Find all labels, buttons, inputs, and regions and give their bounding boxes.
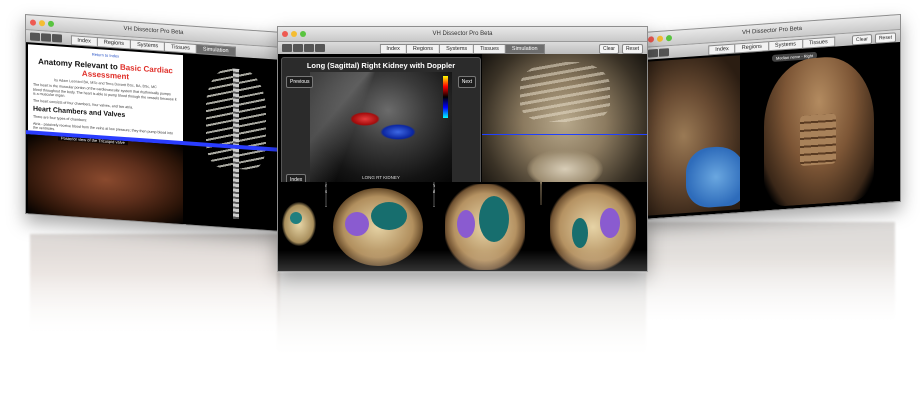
ultrasound-label: LONG RT KIDNEY [362, 175, 400, 180]
print-icon[interactable] [315, 44, 325, 52]
close-button[interactable] [648, 36, 654, 43]
doppler-blue-flow [380, 124, 416, 140]
forward-icon[interactable] [659, 48, 669, 57]
close-button[interactable] [30, 19, 36, 26]
toolbar-buttons [648, 48, 669, 58]
center-content: Long (Sagittal) Right Kidney with Dopple… [278, 54, 647, 271]
heart-slice-view[interactable]: Posterior view of the Tricuspid valve [28, 134, 183, 226]
abdominal-muscle-graphic [800, 113, 836, 167]
window-controls [282, 31, 306, 37]
window-title: VH Dissector Pro Beta [432, 31, 493, 37]
app-showcase: VH Dissector Pro Beta Index Regions Syst… [0, 0, 920, 400]
window-title: VH Dissector Pro Beta [123, 25, 184, 37]
slice-plane-line [482, 134, 647, 135]
back-icon[interactable] [648, 48, 658, 58]
tab-index[interactable]: Index [379, 44, 407, 54]
center-window: VH Dissector Pro Beta Index Regions Syst… [277, 26, 648, 272]
minimize-button[interactable] [39, 20, 45, 27]
back-icon[interactable] [30, 32, 40, 42]
center-titlebar: VH Dissector Pro Beta [278, 27, 647, 42]
toolbar-buttons [30, 32, 62, 43]
doppler-red-flow [350, 112, 380, 126]
gloved-hand [686, 144, 740, 209]
toolbar-buttons [282, 44, 325, 52]
center-tabs: Index Regions Systems Tissues Simulation [379, 44, 545, 54]
slice-tissue [282, 202, 316, 246]
left-window: VH Dissector Pro Beta Index Regions Syst… [25, 14, 282, 233]
forward-icon[interactable] [41, 33, 51, 42]
kidney-highlight [599, 208, 620, 238]
center-action-buttons: Clear Reset [598, 44, 643, 54]
kidney-highlight [290, 212, 302, 224]
zoom-button[interactable] [48, 20, 54, 28]
right-window: VH Dissector Pro Beta Index Regions Syst… [643, 13, 901, 221]
tab-regions[interactable]: Regions [405, 44, 441, 54]
next-button[interactable]: Next [457, 76, 476, 88]
tab-simulation[interactable]: Simulation [504, 44, 545, 54]
window-controls [648, 34, 672, 43]
tab-systems[interactable]: Systems [439, 44, 475, 54]
document-panel: Return to Index Anatomy Relevant to Basi… [28, 44, 183, 144]
ribcage-graphic [520, 62, 610, 122]
close-button[interactable] [282, 31, 288, 37]
home-icon[interactable] [52, 33, 62, 43]
organ-highlight [571, 218, 588, 248]
previous-button[interactable]: Previous [286, 76, 314, 88]
forward-icon[interactable] [293, 44, 303, 52]
clear-button[interactable]: Clear [598, 44, 619, 54]
home-icon[interactable] [304, 44, 314, 52]
muscle-3d-view[interactable]: Median nerve - Right [742, 44, 898, 210]
heading-prefix: Anatomy Relevant to [38, 56, 120, 72]
kidney-highlight [456, 210, 475, 238]
window-controls [30, 19, 54, 28]
reset-button[interactable]: Reset [621, 44, 643, 54]
dissection-photo[interactable] [646, 55, 740, 216]
left-content: Return to Index Anatomy Relevant to Basi… [26, 42, 281, 233]
organ-highlight [478, 196, 509, 242]
reflection-fade [0, 250, 920, 400]
window-title: VH Dissector Pro Beta [741, 25, 803, 37]
tab-tissues[interactable]: Tissues [473, 44, 506, 54]
back-icon[interactable] [282, 44, 292, 52]
ultrasound-title: Long (Sagittal) Right Kidney with Dopple… [306, 61, 456, 70]
zoom-button[interactable] [300, 31, 306, 37]
ultrasound-image[interactable]: LONG RT KIDNEY [310, 72, 452, 182]
zoom-button[interactable] [666, 34, 672, 42]
right-content: Median nerve - Right [644, 42, 900, 219]
minimize-button[interactable] [291, 31, 297, 37]
doppler-color-scale [443, 76, 448, 118]
minimize-button[interactable] [657, 35, 663, 43]
